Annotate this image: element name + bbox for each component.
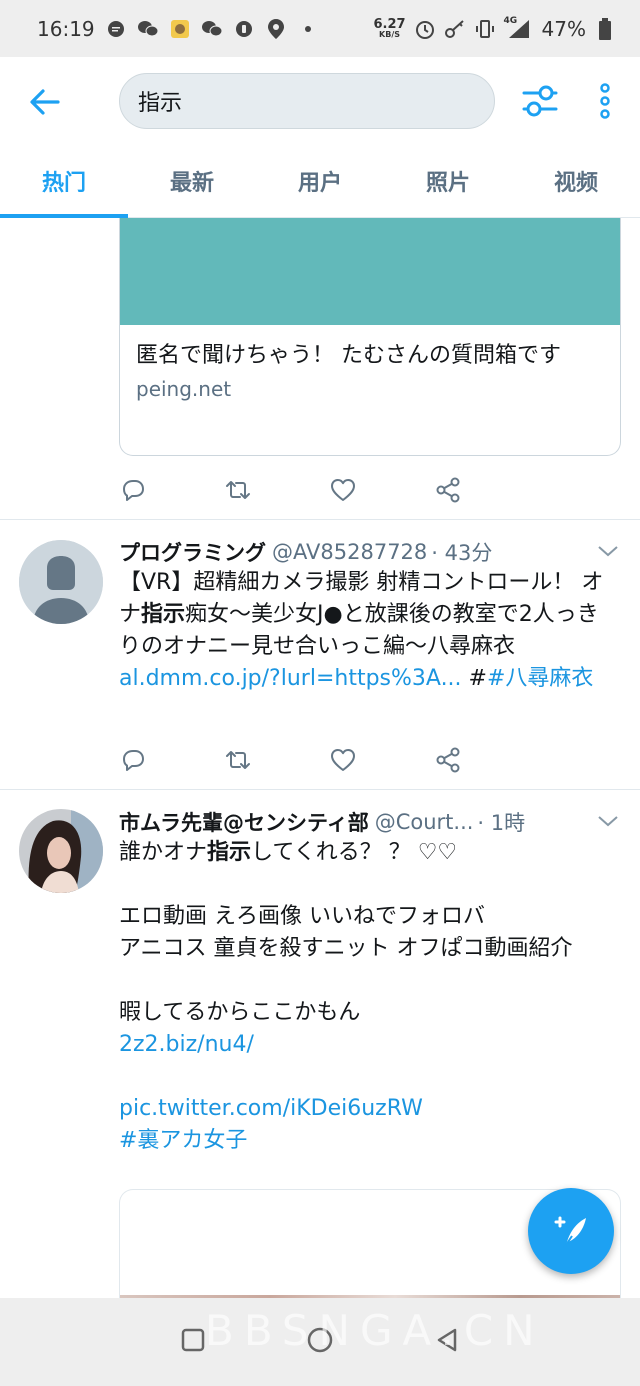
square-icon [181, 1328, 205, 1352]
profile-photo [19, 809, 103, 893]
dot-icon [297, 18, 319, 40]
search-results-feed[interactable]: 匿名で聞けちゃう！ たむさんの質問箱です peing.net プログラミング @… [0, 218, 640, 1298]
tab-videos[interactable]: 视频 [512, 145, 640, 217]
media-link[interactable]: pic.twitter.com/iKDei6uzRW [119, 1093, 619, 1125]
share-button[interactable] [434, 470, 539, 510]
tweet-link[interactable]: al.dmm.co.jp/?lurl=https%3A... [119, 666, 462, 691]
like-button[interactable] [329, 740, 434, 780]
tweet-actions [119, 470, 539, 510]
search-tabs: 热门 最新 用户 照片 视频 [0, 145, 640, 218]
heart-icon [331, 479, 355, 501]
avatar-default[interactable] [19, 540, 103, 624]
recents-button[interactable] [180, 1327, 206, 1357]
default-avatar-icon [19, 540, 103, 624]
sliders-icon [522, 85, 558, 117]
reply-icon [123, 750, 144, 771]
link-card[interactable]: 匿名で聞けちゃう！ たむさんの質問箱です peing.net [119, 218, 621, 456]
retweet-button[interactable] [224, 740, 329, 780]
heart-icon [331, 749, 355, 771]
compose-tweet-button[interactable] [528, 1188, 614, 1274]
key-icon [444, 18, 466, 40]
user-handle[interactable]: @AV85287728 [272, 540, 427, 564]
back-button[interactable] [28, 87, 60, 117]
battery-percent: 47% [541, 16, 586, 41]
app-bar: 指示 [0, 57, 640, 145]
arrow-left-icon [30, 89, 60, 115]
retweet-icon [226, 481, 250, 499]
reply-button[interactable] [119, 740, 224, 780]
network-speed: 6.27 KB/S [373, 17, 406, 39]
signal-icon: 4G [504, 16, 534, 40]
chevron-down-icon[interactable] [596, 539, 620, 563]
card-domain: peing.net [136, 377, 232, 401]
tweet-time: · 43分 [431, 541, 493, 565]
tweet-header: プログラミング @AV85287728 · 43分 [119, 537, 620, 567]
vibrate-icon [474, 18, 496, 40]
search-highlight: 指示 [207, 840, 252, 865]
message-icon [105, 18, 127, 40]
more-options-button[interactable] [594, 83, 616, 119]
tweet-text: 【VR】超精細カメラ撮影 射精コントロール！ オナ指示痴女～美少女J●と放課後の… [119, 570, 604, 691]
tweet-link[interactable]: 2z2.biz/nu4/ [119, 1029, 619, 1061]
tweet-text: 誰かオナ指示してくれる？ ？ ♡♡ エロ動画 えろ画像 いいねでフォロバ アニコ… [119, 837, 619, 1157]
reply-button[interactable] [119, 470, 224, 510]
retweet-button[interactable] [224, 470, 329, 510]
filter-button[interactable] [520, 83, 560, 119]
compose-feather-icon [554, 1216, 586, 1249]
user-handle[interactable]: @Court... [375, 810, 474, 834]
reply-icon [123, 480, 144, 501]
hashtag-link[interactable]: #八尋麻衣 [487, 666, 593, 691]
avatar[interactable] [19, 809, 103, 893]
retweet-icon [226, 751, 250, 769]
status-bar: 16:19 6.27 KB/S 4G 47% [0, 0, 640, 57]
alarm-icon [414, 18, 436, 40]
shield-icon [233, 18, 255, 40]
search-query: 指示 [138, 91, 183, 116]
tab-photos[interactable]: 照片 [384, 145, 512, 217]
user-name[interactable]: プログラミング [119, 537, 266, 567]
vertical-dots-icon [600, 83, 610, 119]
hashtag-link[interactable]: #裏アカ女子 [119, 1125, 619, 1157]
battery-icon [594, 17, 616, 40]
share-icon [436, 477, 460, 503]
tweet-header: 市ムラ先輩@センシティ部 @Court... · 1時 [119, 807, 620, 837]
app-icon [169, 18, 191, 40]
tweet-time: · 1時 [477, 811, 526, 835]
share-icon [436, 747, 460, 773]
chevron-down-icon[interactable] [596, 809, 620, 833]
location-icon [265, 18, 287, 40]
tab-latest[interactable]: 最新 [128, 145, 256, 217]
status-time: 16:19 [37, 16, 95, 41]
tab-top[interactable]: 热门 [0, 145, 128, 218]
share-button[interactable] [434, 740, 539, 780]
wechat-icon-2 [201, 18, 223, 40]
watermark: BBSNGA.CN [205, 1306, 545, 1355]
tweet-actions [119, 740, 539, 780]
search-highlight: 指示 [141, 602, 186, 627]
user-name[interactable]: 市ムラ先輩@センシティ部 [119, 807, 369, 837]
like-button[interactable] [329, 470, 434, 510]
tab-users[interactable]: 用户 [256, 145, 384, 217]
card-image [120, 218, 620, 325]
search-input[interactable]: 指示 [119, 73, 495, 129]
card-title: 匿名で聞けちゃう！ たむさんの質問箱です [136, 343, 561, 368]
wechat-icon [137, 18, 159, 40]
